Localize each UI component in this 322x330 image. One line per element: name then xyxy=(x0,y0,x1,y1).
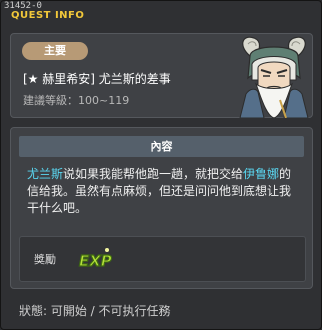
recommended-level: 建議等級：100~119 xyxy=(23,94,130,107)
quest-status: 狀態: 可開始 / 不可执行任務 xyxy=(19,304,171,318)
exp-icon-text: EXP xyxy=(79,252,112,270)
quest-type-badge: 主要 xyxy=(22,42,88,60)
reward-label: 獎勵 xyxy=(34,253,56,266)
quest-description: 尤兰斯说如果我能帮他跑一趟，就把交给伊鲁娜的信给我。虽然有点麻烦，但还是问问他到… xyxy=(27,166,302,217)
content-header: 內容 xyxy=(19,136,304,157)
reward-box: 獎勵 EXP xyxy=(19,236,306,282)
npc-name-yulans: 尤兰斯 xyxy=(27,167,64,181)
exp-icon: EXP xyxy=(78,248,112,271)
old-sage-npc-portrait-icon xyxy=(239,36,309,118)
window-title: QUEST INFO xyxy=(11,10,85,21)
quest-info-window: 31452-0 QUEST INFO 主要 [★ 赫里希安] 尤兰斯的差事 建議… xyxy=(0,0,322,330)
npc-name-yiluna: 伊鲁娜 xyxy=(243,167,280,181)
description-text-1: 说如果我能帮他跑一趟，就把交给 xyxy=(63,167,244,181)
quest-content-panel: 內容 尤兰斯说如果我能帮他跑一趟，就把交给伊鲁娜的信给我。虽然有点麻烦，但还是问… xyxy=(10,127,313,289)
quest-name: [★ 赫里希安] 尤兰斯的差事 xyxy=(23,72,171,86)
quest-summary-panel: 主要 [★ 赫里希安] 尤兰斯的差事 建議等級：100~119 xyxy=(10,33,313,118)
